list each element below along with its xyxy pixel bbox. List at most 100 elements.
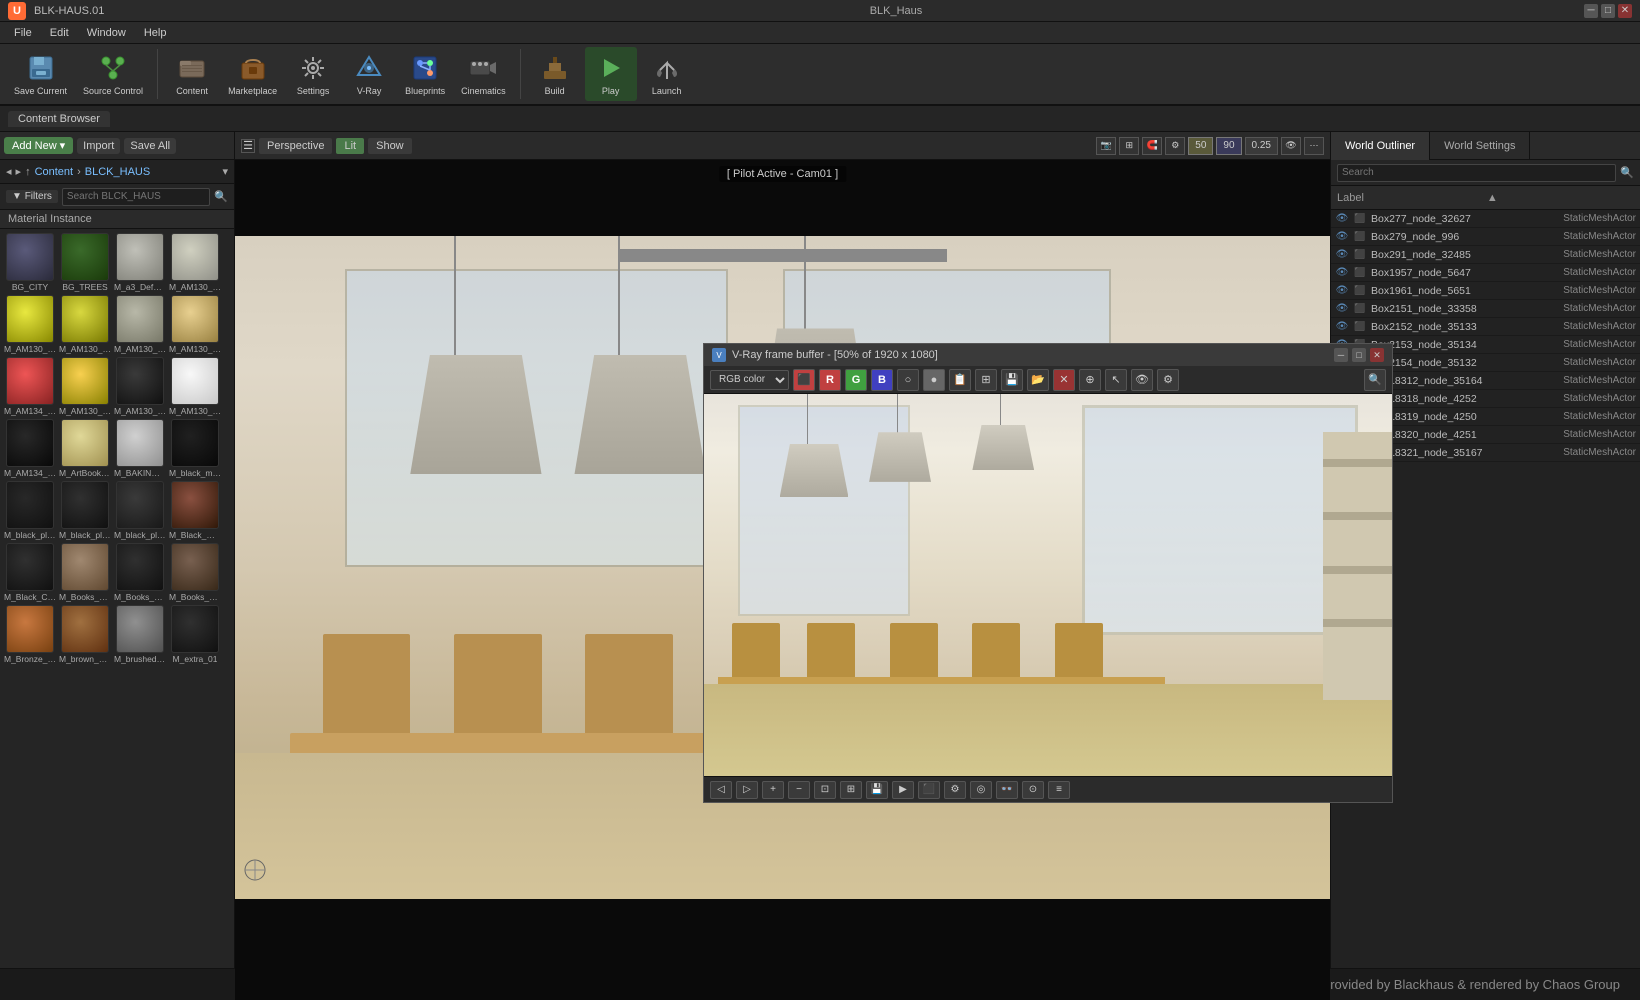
outline-row[interactable]: 👁 ⬛ Box2152_node_35133 StaticMeshActor bbox=[1331, 318, 1640, 336]
visibility-icon[interactable]: 👁 bbox=[1335, 266, 1349, 280]
launch-button[interactable]: Launch bbox=[641, 47, 693, 101]
vp-camera-btn[interactable]: 📷 bbox=[1096, 137, 1116, 155]
perspective-button[interactable]: Perspective bbox=[259, 138, 332, 154]
blueprints-button[interactable]: Blueprints bbox=[399, 47, 451, 101]
menu-help[interactable]: Help bbox=[136, 25, 175, 41]
outline-row[interactable]: 👁 ⬛ Box1957_node_5647 StaticMeshActor bbox=[1331, 264, 1640, 282]
path-root[interactable]: Content bbox=[35, 166, 74, 178]
outline-row[interactable]: 👁 ⬛ Box1961_node_5651 StaticMeshActor bbox=[1331, 282, 1640, 300]
material-item[interactable]: M_AM130_035_001_mtl_brdf 68 Mat bbox=[169, 233, 221, 292]
material-item[interactable]: M_AM130_035_005_mtl_brdf 65 Mat bbox=[59, 295, 111, 354]
outline-row[interactable]: 👁 ⬛ Box279_node_996 StaticMeshActor bbox=[1331, 228, 1640, 246]
cinematics-button[interactable]: Cinematics bbox=[455, 47, 512, 101]
vray-nav-prev[interactable]: ◁ bbox=[710, 781, 732, 799]
material-item[interactable]: M_AM134_35_mtl_brdf 65 Mat bbox=[4, 419, 56, 478]
vp-multiplier-btn[interactable]: 50 bbox=[1188, 137, 1213, 155]
vp-grid-btn[interactable]: ⊞ bbox=[1119, 137, 1139, 155]
vray-stop-btn[interactable]: ⬛ bbox=[918, 781, 940, 799]
filters-button[interactable]: ▼ Filters bbox=[6, 190, 58, 203]
visibility-icon[interactable]: 👁 bbox=[1335, 230, 1349, 244]
viewport-menu-btn[interactable]: ☰ bbox=[241, 139, 255, 153]
settings-button[interactable]: Settings bbox=[287, 47, 339, 101]
material-item[interactable]: M_Books_Small_Shelf_mtl bbox=[169, 543, 221, 602]
import-button[interactable]: Import bbox=[77, 138, 120, 154]
vp-more-btn[interactable]: 0.25 bbox=[1245, 137, 1278, 155]
visibility-icon[interactable]: 👁 bbox=[1335, 302, 1349, 316]
material-item[interactable]: M_Books_Main_Shelf_Test mtl brdf bbox=[114, 543, 166, 602]
vp-fov-btn[interactable]: 90 bbox=[1216, 137, 1241, 155]
menu-window[interactable]: Window bbox=[79, 25, 134, 41]
visibility-icon[interactable]: 👁 bbox=[1335, 248, 1349, 262]
material-item[interactable]: BG_CITY bbox=[4, 233, 56, 292]
menu-edit[interactable]: Edit bbox=[42, 25, 77, 41]
show-button[interactable]: Show bbox=[368, 138, 412, 154]
outline-row[interactable]: 👁 ⬛ Box277_node_32627 StaticMeshActor bbox=[1331, 210, 1640, 228]
add-new-button[interactable]: Add New ▾ bbox=[4, 137, 73, 154]
path-current[interactable]: BLCK_HAUS bbox=[85, 166, 150, 178]
vray-settings2-btn[interactable]: ⚙ bbox=[944, 781, 966, 799]
material-item[interactable]: M_Books_Kitchen_mtl_brdf 102 Mat bbox=[59, 543, 111, 602]
vray-circle-btn[interactable]: ○ bbox=[897, 369, 919, 391]
save-all-button[interactable]: Save All bbox=[124, 138, 176, 154]
vray-save-render-btn[interactable]: 💾 bbox=[866, 781, 888, 799]
vray-title-bar[interactable]: V V-Ray frame buffer - [50% of 1920 x 10… bbox=[704, 344, 1392, 366]
material-item[interactable]: M_black_mtt_bicker_mtl bbox=[169, 419, 221, 478]
build-button[interactable]: Build bbox=[529, 47, 581, 101]
material-item[interactable]: M_BAKING_brdf 6 Mat bbox=[114, 419, 166, 478]
vray-fit-btn[interactable]: ⊡ bbox=[814, 781, 836, 799]
vray-folder-btn[interactable]: 📂 bbox=[1027, 369, 1049, 391]
vray-save-btn[interactable]: 💾 bbox=[1001, 369, 1023, 391]
material-item[interactable]: M_AM130_04_paper_bag_mtl brdf 125 bbox=[169, 295, 221, 354]
visibility-icon[interactable]: 👁 bbox=[1335, 284, 1349, 298]
vray-track-btn[interactable]: ⊙ bbox=[1022, 781, 1044, 799]
vray-config-btn[interactable]: ⚙ bbox=[1157, 369, 1179, 391]
vray-g-channel-btn[interactable]: G bbox=[845, 369, 867, 391]
lit-button[interactable]: Lit bbox=[336, 138, 364, 154]
vp-settings-btn[interactable]: ⚙ bbox=[1165, 137, 1185, 155]
path-expand-btn[interactable]: ▾ bbox=[222, 165, 228, 178]
marketplace-button[interactable]: Marketplace bbox=[222, 47, 283, 101]
world-settings-tab[interactable]: World Settings bbox=[1430, 132, 1530, 160]
play-button[interactable]: Play bbox=[585, 47, 637, 101]
vray-color-picker-btn[interactable]: ⬛ bbox=[793, 369, 815, 391]
vray-circle2-btn[interactable]: ● bbox=[923, 369, 945, 391]
vray-file-btn[interactable]: 📋 bbox=[949, 369, 971, 391]
material-item[interactable]: M_brown_mtl_brdf 75 Mat bbox=[59, 605, 111, 664]
content-button[interactable]: Content bbox=[166, 47, 218, 101]
visibility-icon[interactable]: 👁 bbox=[1335, 212, 1349, 226]
close-button[interactable]: ✕ bbox=[1618, 4, 1632, 18]
world-outliner-tab[interactable]: World Outliner bbox=[1331, 132, 1430, 160]
vray-button[interactable]: V-Ray bbox=[343, 47, 395, 101]
material-item[interactable]: M_black_plastic_mtl_brdf 1 Mat bbox=[59, 481, 111, 540]
vray-maximize-btn[interactable]: □ bbox=[1352, 348, 1366, 362]
material-item[interactable]: M_extra_01 bbox=[169, 605, 221, 664]
vray-render-btn[interactable]: ▶ bbox=[892, 781, 914, 799]
vray-minimize-btn[interactable]: ─ bbox=[1334, 348, 1348, 362]
material-item[interactable]: M_AM130_35_archmodels52 bbox=[59, 357, 111, 416]
vray-lens-btn[interactable]: ◎ bbox=[970, 781, 992, 799]
material-item[interactable]: M_a3_Default_mtl_brdf 136 Mat bbox=[114, 233, 166, 292]
vray-cursor-btn[interactable]: ↖ bbox=[1105, 369, 1127, 391]
maximize-button[interactable]: □ bbox=[1601, 4, 1615, 18]
vray-nav-next[interactable]: ▷ bbox=[736, 781, 758, 799]
material-item[interactable]: M_AM130_035_003_mtl_brdf 65 Mat bbox=[4, 295, 56, 354]
content-browser-tab[interactable]: Content Browser bbox=[8, 111, 110, 127]
material-item[interactable]: M_black_plastic_mtl_brdf 90 Mat bbox=[114, 481, 166, 540]
vray-close-btn[interactable]: ✕ bbox=[1370, 348, 1384, 362]
save-current-button[interactable]: Save Current bbox=[8, 47, 73, 101]
material-item[interactable]: M_Black_Ceramic_mtl_brdf 129 Mat bbox=[4, 543, 56, 602]
nav-back-button[interactable]: ◂ bbox=[6, 165, 12, 178]
outline-row[interactable]: 👁 ⬛ Box2151_node_33358 StaticMeshActor bbox=[1331, 300, 1640, 318]
nav-up-button[interactable]: ↑ bbox=[25, 166, 31, 178]
material-item[interactable]: M_ArtBooks_Normats_64 Mat bbox=[59, 419, 111, 478]
material-item[interactable]: M_AM130_38_mtl_brdf 57 Mat bbox=[114, 357, 166, 416]
source-control-button[interactable]: Source Control bbox=[77, 47, 149, 101]
vray-zoom-btn[interactable]: 🔍 bbox=[1364, 369, 1386, 391]
material-item[interactable]: M_brushed_mtl_brdf 89 Mat bbox=[114, 605, 166, 664]
vray-extra-settings-btn[interactable]: ≡ bbox=[1048, 781, 1070, 799]
vray-eye-btn[interactable]: 👁 bbox=[1131, 369, 1153, 391]
vray-stereo-btn[interactable]: 👓 bbox=[996, 781, 1018, 799]
material-item[interactable]: M_Black_Wood_Sticker_mtl bbox=[169, 481, 221, 540]
vray-layers-btn[interactable]: ⊞ bbox=[975, 369, 997, 391]
material-item[interactable]: M_AM130_035_007_mtl_brdf 65 Mat bbox=[114, 295, 166, 354]
